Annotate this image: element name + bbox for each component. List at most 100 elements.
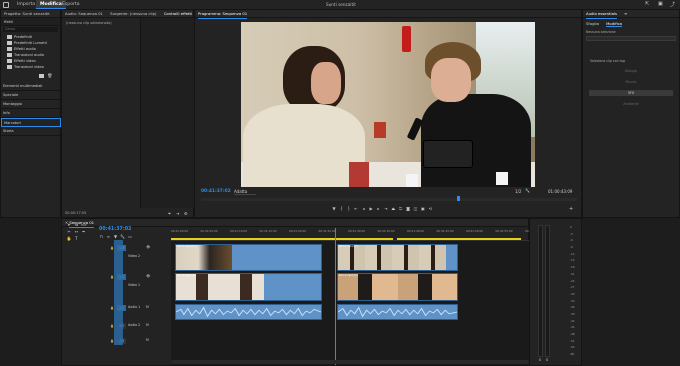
home-icon[interactable] bbox=[3, 1, 9, 8]
go-to-in-icon[interactable]: ⇤ bbox=[353, 206, 359, 211]
fit-select[interactable]: Adatta bbox=[234, 189, 256, 195]
panel-section-1[interactable]: Speciale bbox=[1, 91, 61, 100]
program-scrubber[interactable] bbox=[201, 198, 577, 201]
video-clip-v1-b[interactable]: Pod 4.mp4 [V] bbox=[337, 273, 458, 301]
panel-section-4[interactable]: Marcatori bbox=[1, 118, 61, 127]
video-clip-v1-a[interactable]: Pod 3.mp4 [V] bbox=[175, 273, 322, 301]
ruler-tick-label: 00:41:25:00 bbox=[318, 229, 336, 233]
step-forward-icon[interactable]: ▸ bbox=[375, 206, 381, 211]
panel-section-2[interactable]: Montaggio bbox=[1, 100, 61, 109]
mute-icon[interactable]: M bbox=[146, 338, 149, 342]
effects-folder-item[interactable]: Transizioni video bbox=[1, 64, 60, 70]
type-tool-icon[interactable]: T bbox=[73, 236, 79, 241]
wrench-icon[interactable]: 🔧 bbox=[525, 188, 530, 193]
window-title: Sunti senzaitit bbox=[326, 2, 356, 7]
timeline-timecode[interactable]: 00:41:37:02 bbox=[99, 227, 131, 232]
mute-icon[interactable]: M bbox=[146, 305, 149, 309]
sound-type-button-2[interactable]: SFX bbox=[589, 90, 673, 96]
comparison-view-icon[interactable]: ◫ bbox=[412, 206, 418, 211]
linked-selection-icon[interactable]: ∞ bbox=[105, 234, 111, 239]
essential-sound-title[interactable]: Audio essentials bbox=[586, 10, 617, 19]
mark-in-icon[interactable]: { bbox=[338, 206, 344, 211]
new-folder-icon[interactable] bbox=[39, 74, 44, 78]
add-button-icon[interactable]: + bbox=[569, 206, 573, 212]
play-icon[interactable]: ▶ bbox=[368, 206, 374, 211]
work-area-bar[interactable] bbox=[171, 238, 393, 240]
sound-type-button-1[interactable]: Musica bbox=[589, 79, 673, 85]
tab-program[interactable]: Programma: Sequenza 01 bbox=[198, 10, 248, 19]
safe-margins-icon[interactable]: ▣ bbox=[420, 206, 426, 211]
track-name: Video 2 bbox=[128, 254, 140, 258]
program-header: Programma: Sequenza 01 bbox=[195, 10, 581, 19]
ripple-edit-icon[interactable]: ⟺ bbox=[81, 222, 87, 227]
trash-icon[interactable]: 🗑 bbox=[47, 73, 52, 78]
resolution-select[interactable]: 1/2 bbox=[515, 189, 521, 194]
captions-icon[interactable]: ▭ bbox=[127, 234, 133, 239]
sound-type-button-3[interactable]: Ambiente bbox=[589, 101, 673, 107]
extract-icon[interactable]: ⏍ bbox=[398, 206, 404, 211]
source-timecode[interactable]: 00:00:17:05 bbox=[65, 211, 86, 215]
audio-clip-a1-b[interactable] bbox=[337, 304, 458, 320]
panel-section-0[interactable]: Elementi multimediali bbox=[1, 82, 61, 91]
mute-icon[interactable]: M bbox=[146, 323, 149, 327]
export-icon[interactable]: ⇱ bbox=[645, 1, 649, 7]
wrench-timeline-icon[interactable]: 🔧 bbox=[120, 234, 126, 239]
panel-section-3[interactable]: Info bbox=[1, 109, 61, 118]
timeline-ruler[interactable]: 00:41:00:00 00:41:05:00 00:41:10:00 00:41:1… bbox=[171, 228, 542, 241]
effects-panel-header[interactable]: ffetti bbox=[1, 18, 60, 26]
slip-tool-icon[interactable]: ↔ bbox=[73, 229, 79, 234]
preset-select[interactable] bbox=[586, 36, 676, 41]
loop-icon[interactable]: ⟲ bbox=[427, 206, 433, 211]
program-playhead[interactable] bbox=[457, 196, 460, 201]
meter-scale-label: -54 bbox=[570, 345, 575, 350]
video-clip-v2-a[interactable]: Pod 1.mp4 [V] bbox=[175, 244, 322, 271]
tab-audio-mixer[interactable]: Audio: Sequenza 01 bbox=[65, 10, 103, 18]
video-frame[interactable] bbox=[241, 22, 535, 187]
video-clip-v2-b[interactable]: Pod 2.mp4 [V] bbox=[337, 244, 458, 271]
export-frame-button-icon[interactable]: ◙ bbox=[405, 206, 411, 211]
track-select-icon[interactable]: ⇉ bbox=[73, 222, 79, 227]
eye-icon[interactable]: 👁 bbox=[146, 245, 150, 249]
ruler-tick-label: 00:41:50:00 bbox=[466, 229, 484, 233]
meter-scale-label: -15 bbox=[570, 258, 575, 263]
panel-section-5[interactable]: Storia bbox=[1, 127, 61, 136]
meter-scale-label: -12 bbox=[570, 251, 575, 256]
tab-source[interactable]: Sorgente: (nessuna clip) bbox=[110, 10, 156, 18]
fullscreen-icon[interactable]: ▣ bbox=[658, 1, 663, 7]
snap-icon[interactable]: ⊓ bbox=[98, 234, 104, 239]
marker-icon[interactable]: ▼ bbox=[331, 206, 337, 211]
meter-solo-right[interactable]: S bbox=[546, 358, 548, 362]
meter-scale-label: -24 bbox=[570, 278, 575, 283]
eye-icon[interactable]: 👁 bbox=[146, 274, 150, 278]
tab-esporta[interactable]: Esporta bbox=[58, 0, 84, 9]
track-name: Audio 1 bbox=[128, 305, 141, 309]
audio-clip-a1-a[interactable] bbox=[175, 304, 322, 320]
pen-tool-icon[interactable]: ✒ bbox=[81, 229, 87, 234]
sound-type-button-0[interactable]: Dialogo bbox=[589, 68, 673, 74]
go-to-out-icon[interactable]: ⇥ bbox=[383, 206, 389, 211]
export-frame-icon[interactable]: ⇥ bbox=[176, 211, 179, 216]
ruler-tick-label: 00:41:20:00 bbox=[289, 229, 307, 233]
hand-tool-icon[interactable]: ✋ bbox=[66, 236, 72, 241]
razor-tool-icon[interactable]: ✂ bbox=[66, 229, 72, 234]
step-back-icon[interactable]: ◂ bbox=[361, 206, 367, 211]
tab-sfoglia[interactable]: Sfoglia bbox=[586, 21, 599, 26]
selection-tool-icon[interactable]: ➤ bbox=[66, 222, 72, 227]
timeline-playhead[interactable] bbox=[335, 228, 336, 365]
effect-controls-panel: Audio: Sequenza 01 Sorgente: (nessuna cl… bbox=[61, 9, 194, 218]
folder-icon bbox=[7, 47, 12, 51]
panel-menu-icon[interactable]: ≡ bbox=[624, 11, 627, 16]
lift-icon[interactable]: ⏏ bbox=[390, 206, 396, 211]
filter-icon[interactable]: ⏷ bbox=[168, 211, 171, 216]
settings-icon[interactable]: ⚙ bbox=[184, 211, 188, 216]
program-timecode[interactable]: 00:41:37:02 bbox=[201, 189, 231, 194]
mark-out-icon[interactable]: } bbox=[346, 206, 352, 211]
add-marker-icon[interactable]: ▼ bbox=[113, 234, 119, 239]
work-area-bar-2[interactable] bbox=[397, 238, 521, 240]
timeline-scrollbar[interactable] bbox=[171, 360, 529, 364]
share-icon[interactable]: ⤴ bbox=[670, 1, 675, 8]
effects-search[interactable]: Cerca bbox=[3, 27, 58, 32]
meter-solo-left[interactable]: S bbox=[539, 358, 541, 362]
right-empty-area bbox=[582, 218, 680, 366]
tab-modifica-sound[interactable]: Modifica bbox=[606, 21, 623, 27]
